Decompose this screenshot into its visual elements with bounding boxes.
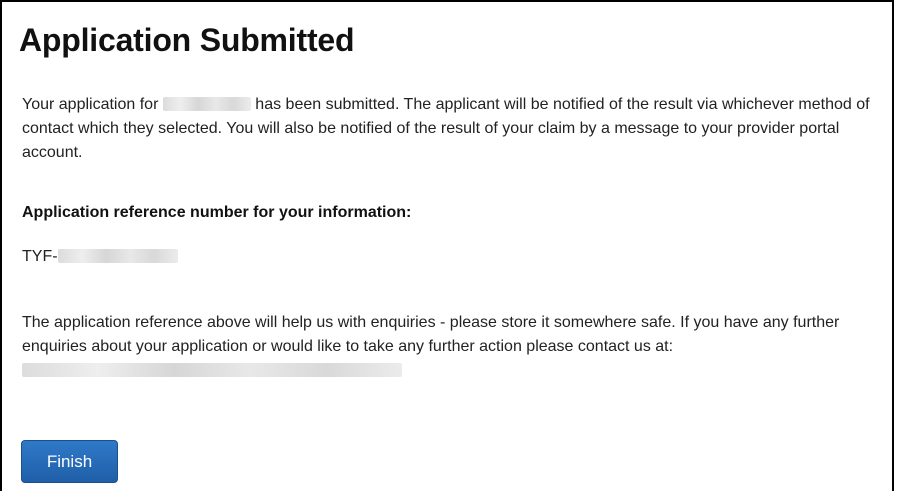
submission-message: Your application for has been submitted.…: [22, 93, 888, 165]
message-intro-before: Your application for: [22, 96, 159, 113]
redacted-application-name: [162, 97, 251, 111]
redacted-reference-number: [57, 249, 178, 263]
confirmation-panel: Application Submitted Your application f…: [0, 0, 894, 491]
page-title: Application Submitted: [19, 22, 355, 58]
redacted-contact-email: [22, 363, 402, 377]
help-line-1: The application reference above will hel…: [22, 314, 676, 331]
reference-label: Application reference number for your in…: [22, 204, 412, 221]
reference-prefix: TYF-: [22, 248, 58, 265]
finish-button[interactable]: Finish: [21, 440, 118, 483]
help-message: The application reference above will hel…: [22, 311, 888, 383]
reference-number: TYF-: [22, 248, 178, 266]
